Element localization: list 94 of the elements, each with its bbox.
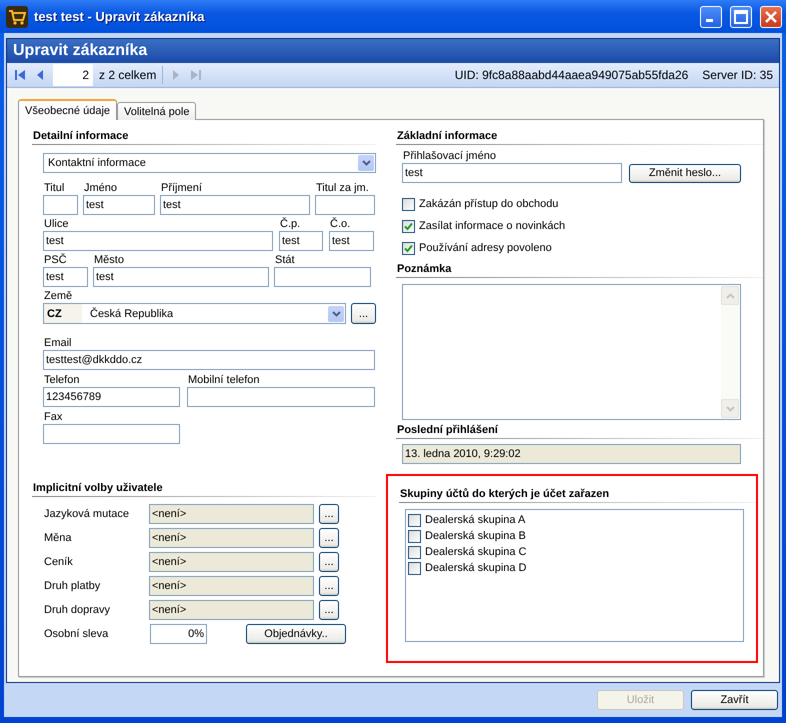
text-field[interactable]: <není> xyxy=(149,552,314,572)
checkbox[interactable] xyxy=(408,514,421,526)
text-field[interactable]: test xyxy=(329,231,374,251)
country-dropdown[interactable]: CZ Česká Republika xyxy=(43,303,346,324)
checkbox-label: Zakázán přístup do obchodu xyxy=(419,198,558,210)
field-label: Titul za jm. xyxy=(315,182,370,195)
field-label: Fax xyxy=(43,411,64,424)
browse-button[interactable]: ... xyxy=(319,552,339,572)
text-field[interactable]: test xyxy=(93,267,269,287)
note-textarea[interactable] xyxy=(402,284,741,420)
close-icon xyxy=(764,10,778,24)
first-record-icon[interactable] xyxy=(13,68,27,82)
checkbox[interactable] xyxy=(402,220,415,232)
browse-button[interactable]: ... xyxy=(319,576,339,596)
text-field[interactable] xyxy=(315,195,375,215)
field-label: Č.o. xyxy=(329,218,352,231)
checkbox-label: Dealerská skupina D xyxy=(425,562,526,574)
shopping-cart-icon xyxy=(6,6,28,28)
minimize-icon xyxy=(706,19,712,22)
field-label: Přihlašovací jméno xyxy=(402,150,497,163)
checkbox-label: Dealerská skupina C xyxy=(425,546,526,558)
field-label: Měna xyxy=(43,532,73,544)
tab[interactable]: Volitelná pole xyxy=(117,102,196,120)
field-label: Č.p. xyxy=(279,218,302,231)
field-label: Město xyxy=(93,254,125,267)
text-field[interactable]: <není> xyxy=(149,504,314,524)
field-label: Země xyxy=(43,290,74,303)
uid-text: UID: 9fc8a88aabd44aaea949075ab55fda26 xyxy=(454,68,688,82)
record-number-field[interactable]: 2 xyxy=(53,64,93,86)
field-label: Druh platby xyxy=(43,580,102,592)
section-dropdown[interactable]: Kontaktní informace xyxy=(43,153,376,173)
text-field[interactable]: test xyxy=(160,195,310,215)
section-title: Skupiny účtů do kterých je účet zařazen xyxy=(399,488,756,503)
text-field[interactable]: 123456789 xyxy=(43,387,180,407)
orders-button[interactable]: Objednávky.. xyxy=(246,624,346,644)
section-title: Detailní informace xyxy=(32,130,376,145)
form-header: Upravit zákazníka xyxy=(7,39,779,63)
checkbox-label: Dealerská skupina B xyxy=(425,530,526,542)
text-field[interactable]: test xyxy=(279,231,323,251)
field-label: Titul xyxy=(43,182,66,195)
minimize-button[interactable] xyxy=(700,6,722,28)
field-label: Osobní sleva xyxy=(43,628,110,640)
footer-button[interactable]: Zavřít xyxy=(691,690,778,710)
tab[interactable]: Všeobecné údaje xyxy=(18,99,118,120)
field-label: Email xyxy=(43,337,73,350)
text-field[interactable]: test xyxy=(43,231,273,251)
browse-button[interactable]: ... xyxy=(319,504,339,524)
text-field[interactable] xyxy=(187,387,375,407)
checkbox[interactable] xyxy=(408,562,421,574)
text-field[interactable]: test xyxy=(43,267,88,287)
checkbox[interactable] xyxy=(402,198,415,210)
window-title: test test - Upravit zákazníka xyxy=(34,9,206,24)
discount-field[interactable]: 0% xyxy=(150,624,207,644)
maximize-button[interactable] xyxy=(730,6,752,28)
chevron-down-icon xyxy=(362,160,370,166)
record-total: z 2 celkem xyxy=(99,68,156,82)
text-field[interactable]: test xyxy=(402,163,622,183)
maximize-icon xyxy=(734,10,748,24)
text-field[interactable]: testtest@dkkddo.cz xyxy=(43,350,375,370)
checkbox-label: Zasílat informace o novinkách xyxy=(419,220,566,232)
field-label: Telefon xyxy=(43,374,80,387)
server-id-text: Server ID: 35 xyxy=(702,68,773,82)
text-field[interactable]: <není> xyxy=(149,600,314,620)
field-label: Mobilní telefon xyxy=(187,374,261,387)
text-field[interactable]: 13. ledna 2010, 9:29:02 xyxy=(402,444,741,464)
field-label: Jazyková mutace xyxy=(43,508,130,520)
browse-button[interactable]: ... xyxy=(319,600,339,620)
field-label: PSČ xyxy=(43,254,68,267)
text-field[interactable]: test xyxy=(83,195,155,215)
checkbox-label: Používání adresy povoleno xyxy=(419,242,552,254)
section-title: Poslední přihlášení xyxy=(396,424,763,439)
chevron-down-icon xyxy=(332,310,340,316)
field-label: Stát xyxy=(274,254,296,267)
field-label: Jméno xyxy=(83,182,118,195)
change-password-button[interactable]: Změnit heslo... xyxy=(629,164,741,182)
field-label: Ceník xyxy=(43,556,74,568)
browse-button[interactable]: ... xyxy=(351,303,376,324)
checkbox[interactable] xyxy=(408,530,421,542)
checkbox-label: Dealerská skupina A xyxy=(425,514,526,526)
text-field[interactable] xyxy=(43,424,180,444)
text-field[interactable] xyxy=(274,267,371,287)
section-title: Implicitní volby uživatele xyxy=(32,482,376,497)
checkbox[interactable] xyxy=(402,242,415,254)
text-field[interactable] xyxy=(43,195,78,215)
field-label: Ulice xyxy=(43,218,70,231)
checkbox[interactable] xyxy=(408,546,421,558)
field-label: Příjmení xyxy=(160,182,203,195)
section-title: Poznámka xyxy=(396,263,763,278)
text-field[interactable]: <není> xyxy=(149,528,314,548)
field-label: Druh dopravy xyxy=(43,604,112,616)
text-field[interactable]: <není> xyxy=(149,576,314,596)
close-button[interactable] xyxy=(760,6,782,28)
section-title: Základní informace xyxy=(396,130,763,145)
browse-button[interactable]: ... xyxy=(319,528,339,548)
